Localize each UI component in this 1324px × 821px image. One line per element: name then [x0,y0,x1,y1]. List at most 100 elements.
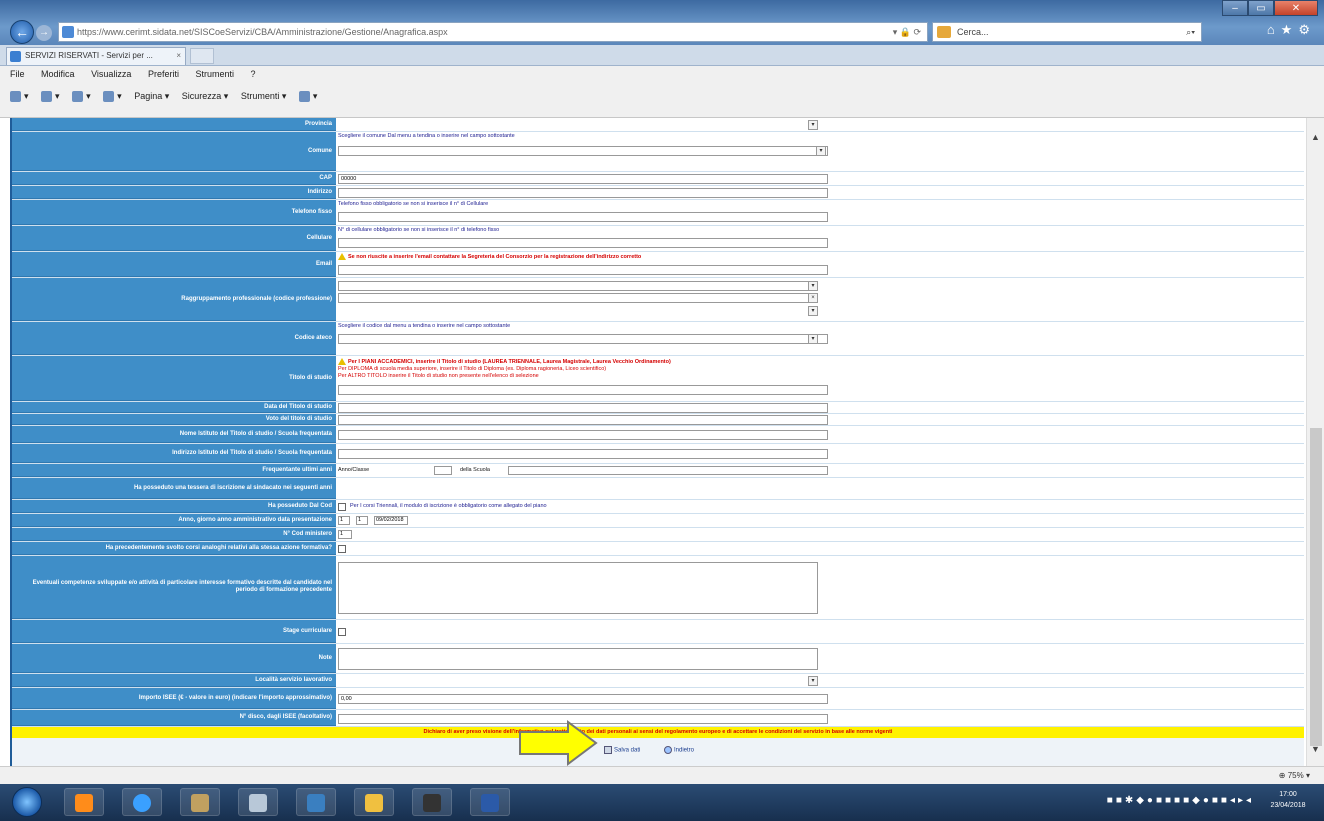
taskbar: ■■✱◆●■■■■◆●■■◂▸◂ 17:00 23/04/2018 [0,784,1324,821]
provincia-dropdown[interactable]: ▾ [808,120,818,130]
comune-input[interactable] [338,146,828,156]
back-link[interactable]: Indietro [664,746,694,754]
indirizzo-input[interactable] [338,188,828,198]
zoom-level[interactable]: 75% [1288,771,1304,780]
cellulare-note: N° di cellulare obbligatorio se non si i… [338,227,500,233]
dal-cod-checkbox[interactable] [338,503,346,511]
new-tab-button[interactable] [190,48,214,64]
menu-tools[interactable]: Strumenti [195,69,234,79]
titolo-studio-input[interactable] [338,385,828,395]
address-bar[interactable]: https://www.cerimt.sidata.net/SISCoeServ… [58,22,928,42]
taskbar-word[interactable] [470,788,510,816]
indirizzo-istituto-input[interactable] [338,449,828,459]
browser-tab[interactable]: SERVIZI RISERVATI - Servizi per ... × [6,47,186,65]
warning-icon [338,358,346,365]
nome-istituto-input[interactable] [338,430,828,440]
security-menu[interactable]: Sicurezza ▾ [182,91,229,101]
email-input[interactable] [338,265,828,275]
system-tray[interactable]: ■■✱◆●■■■■◆●■■◂▸◂ [1107,795,1254,806]
page-icon [62,26,74,38]
yellow-arrow-annotation [519,720,598,766]
clock[interactable]: 17:00 23/04/2018 [1260,789,1316,811]
row-cap: CAP 00000 [12,172,1304,186]
label-cellulare: Cellulare [12,226,336,251]
scrollbar-thumb[interactable] [1310,428,1322,746]
start-button[interactable] [12,787,42,817]
comune-dropdown[interactable]: ▾ [816,146,826,156]
stage-checkbox[interactable] [338,628,346,636]
data-titolo-input[interactable] [338,403,828,413]
save-button[interactable]: Salva dati [604,746,640,754]
isee-input[interactable]: 0,00 [338,694,828,704]
close-tab-icon[interactable]: × [176,48,181,64]
day-input[interactable]: 1 [338,516,350,525]
print-icon[interactable]: ▾ [103,91,122,103]
email-note: Se non riuscite a inserire l'email conta… [338,253,641,260]
raggruppamento-dropdown[interactable]: ▾ [808,281,818,291]
close-button[interactable]: ✕ [1274,0,1318,16]
form-actions: Salva dati Indietro [12,738,1304,766]
raggruppamento-input-2[interactable] [338,293,818,303]
raggruppamento-remove-icon[interactable]: × [808,293,818,303]
ateco-dropdown[interactable]: ▾ [808,334,818,344]
menu-file[interactable]: File [10,69,25,79]
feeds-icon[interactable]: ▾ [41,91,60,103]
n-cod-input[interactable]: 1 [338,530,352,539]
label-indirizzo: Indirizzo [12,186,336,199]
address-text: https://www.cerimt.sidata.net/SISCoeServ… [77,27,448,37]
row-precedenti: Ha precedentemente svolto corsi analoghi… [12,542,1304,556]
anno-classe-input[interactable] [434,466,452,475]
note-textarea[interactable] [338,648,818,670]
row-isee: Importo ISEE (€ - valore in euro) (indic… [12,688,1304,710]
voto-titolo-input[interactable] [338,415,828,425]
taskbar-app-5[interactable] [296,788,336,816]
address-tools[interactable]: ▾ 🔒 ⟳ [893,23,921,41]
precedenti-checkbox[interactable] [338,545,346,553]
raggruppamento-input[interactable] [338,281,818,291]
menu-view[interactable]: Visualizza [91,69,131,79]
taskbar-explorer[interactable] [354,788,394,816]
taskbar-ie[interactable] [122,788,162,816]
scroll-down-icon[interactable]: ▼ [1311,744,1320,754]
scroll-up-icon[interactable]: ▲ [1311,132,1320,142]
taskbar-app-1[interactable] [64,788,104,816]
localita-dropdown[interactable]: ▾ [808,676,818,686]
label-provincia: Provincia [12,118,336,131]
taskbar-app-3[interactable] [180,788,220,816]
tab-row: SERVIZI RISERVATI - Servizi per ... × [0,45,1324,66]
mail-icon[interactable]: ▾ [72,91,91,103]
email-note-text: Se non riuscite a inserire l'email conta… [348,253,642,260]
page-menu[interactable]: Pagina ▾ [134,91,169,101]
back-label: Indietro [674,747,695,754]
menu-favorites[interactable]: Preferiti [148,69,179,79]
forward-button[interactable]: → [36,25,52,41]
scuola-input[interactable] [508,466,828,475]
raggruppamento-scroll[interactable]: ▾ [808,306,818,316]
window-controls: – ▭ ✕ [1222,0,1318,16]
tools-menu[interactable]: Strumenti ▾ [241,91,287,101]
search-icon[interactable]: ⌕▾ [1186,23,1195,41]
ateco-input[interactable] [338,334,828,344]
taskbar-app-7[interactable] [412,788,452,816]
taskbar-app-4[interactable] [238,788,278,816]
date-input[interactable]: 09/02/2018 [374,516,408,525]
telefono-input[interactable] [338,212,828,222]
competenze-textarea[interactable] [338,562,818,614]
back-button[interactable]: ← [10,20,34,44]
vertical-scrollbar[interactable]: ▲ ▼ [1306,118,1324,766]
minimize-button[interactable]: – [1222,0,1248,16]
cellulare-input[interactable] [338,238,828,248]
maximize-button[interactable]: ▭ [1248,0,1274,16]
search-placeholder: Cerca... [957,27,989,37]
home-icon[interactable]: ▾ [10,91,29,103]
row-raggruppamento: Raggruppamento professionale (codice pro… [12,278,1304,322]
cap-input[interactable]: 00000 [338,174,828,184]
menu-help[interactable]: ? [251,69,256,79]
help-icon[interactable]: ▾ [298,91,317,103]
tab-title: SERVIZI RISERVATI - Servizi per ... [25,51,153,60]
month-input[interactable]: 1 [356,516,368,525]
search-box[interactable]: Cerca... ⌕▾ [932,22,1202,42]
label-comune: Comune [12,132,336,171]
menu-edit[interactable]: Modifica [41,69,75,79]
toolbar-icons[interactable]: ⌂★⚙ [1267,22,1316,38]
